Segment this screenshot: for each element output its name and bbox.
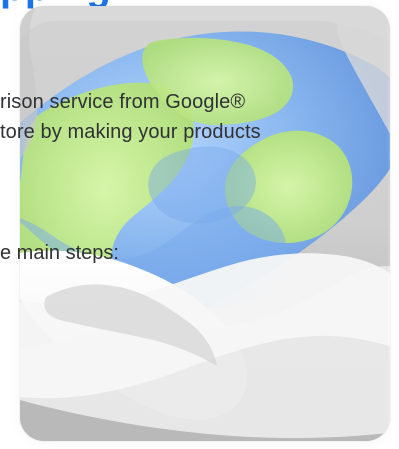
page-viewport: pping bbox=[0, 0, 399, 449]
content-area: rison service from Google® tore by makin… bbox=[0, 0, 399, 449]
steps-intro-text: e main steps: bbox=[0, 242, 119, 264]
description-line-1: rison service from Google® bbox=[0, 91, 246, 113]
description-line-2: tore by making your products bbox=[0, 121, 261, 143]
description-text: rison service from Google® tore by makin… bbox=[0, 87, 399, 147]
